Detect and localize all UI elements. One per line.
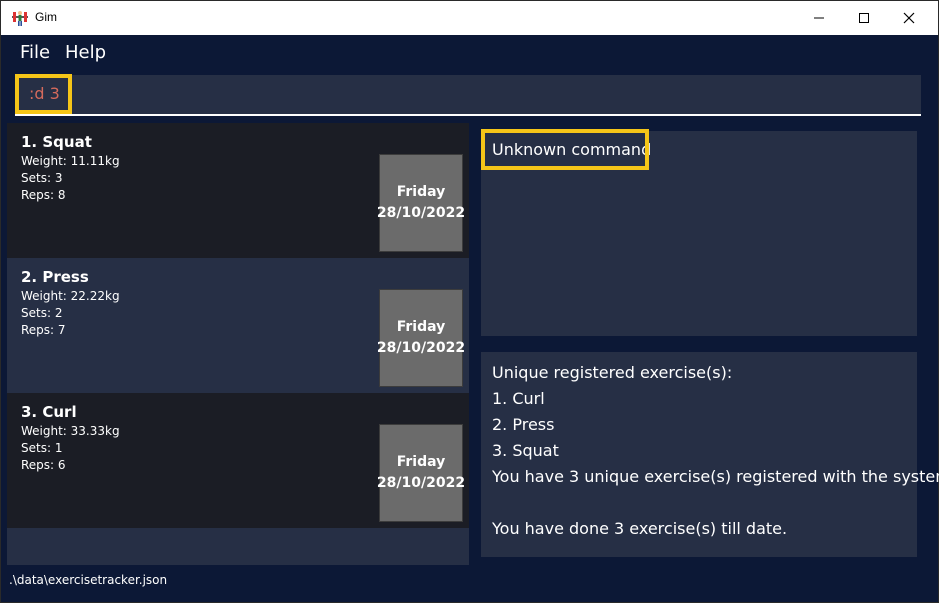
status-file-path: .\data\exercisetracker.json — [9, 573, 168, 587]
maximize-icon — [859, 13, 869, 23]
app-window: Gim File Help :d 3 1. Squat Weight: 11.1… — [0, 0, 939, 603]
exercise-reps: Reps: 7 — [21, 323, 66, 337]
exercise-title: 1. Squat — [21, 133, 92, 151]
exercise-date: 28/10/2022 — [376, 340, 466, 356]
minimize-icon — [814, 17, 824, 19]
exercise-sets: Sets: 1 — [21, 441, 63, 455]
menu-bar: File Help — [1, 35, 938, 71]
exercise-date-box: Friday 28/10/2022 — [376, 289, 466, 387]
info-done: You have done 3 exercise(s) till date. — [492, 519, 788, 538]
info-summary: You have 3 unique exercise(s) registered… — [492, 467, 939, 486]
exercise-list[interactable]: 1. Squat Weight: 11.11kg Sets: 3 Reps: 8… — [7, 123, 469, 565]
exercise-sets: Sets: 3 — [21, 171, 63, 185]
command-input[interactable]: :d 3 — [15, 75, 921, 116]
info-heading: Unique registered exercise(s): — [492, 363, 733, 382]
exercise-sets: Sets: 2 — [21, 306, 63, 320]
exercise-weight: Weight: 11.11kg — [21, 154, 120, 168]
command-highlight — [15, 74, 72, 114]
close-button[interactable] — [886, 1, 932, 35]
maximize-button[interactable] — [841, 1, 887, 35]
info-item: 2. Press — [492, 415, 555, 434]
window-title: Gim — [35, 10, 57, 24]
exercise-reps: Reps: 8 — [21, 188, 66, 202]
info-item: 1. Curl — [492, 389, 545, 408]
exercise-card[interactable]: 1. Squat Weight: 11.11kg Sets: 3 Reps: 8… — [7, 123, 469, 258]
exercise-date-box: Friday 28/10/2022 — [376, 154, 466, 252]
close-icon — [903, 12, 915, 24]
minimize-button[interactable] — [796, 1, 842, 35]
exercise-weight: Weight: 22.22kg — [21, 289, 120, 303]
info-item: 3. Squat — [492, 441, 559, 460]
exercise-day: Friday — [396, 319, 446, 335]
exercise-reps: Reps: 6 — [21, 458, 66, 472]
menu-file[interactable]: File — [20, 42, 50, 63]
exercise-weight: Weight: 33.33kg — [21, 424, 120, 438]
exercise-date: 28/10/2022 — [376, 475, 466, 491]
exercise-card[interactable]: 2. Press Weight: 22.22kg Sets: 2 Reps: 7… — [7, 258, 469, 393]
info-panel: Unique registered exercise(s): 1. Curl 2… — [481, 352, 939, 557]
exercise-day: Friday — [396, 184, 446, 200]
exercise-title: 3. Curl — [21, 403, 77, 421]
exercise-date-box: Friday 28/10/2022 — [376, 424, 466, 522]
title-bar: Gim — [1, 1, 938, 35]
exercise-card[interactable]: 3. Curl Weight: 33.33kg Sets: 1 Reps: 6 … — [7, 393, 469, 528]
dumbbell-icon — [11, 9, 29, 27]
exercise-day: Friday — [396, 454, 446, 470]
menu-help[interactable]: Help — [65, 42, 106, 63]
exercise-title: 2. Press — [21, 268, 89, 286]
result-highlight — [481, 129, 649, 170]
exercise-date: 28/10/2022 — [376, 205, 466, 221]
